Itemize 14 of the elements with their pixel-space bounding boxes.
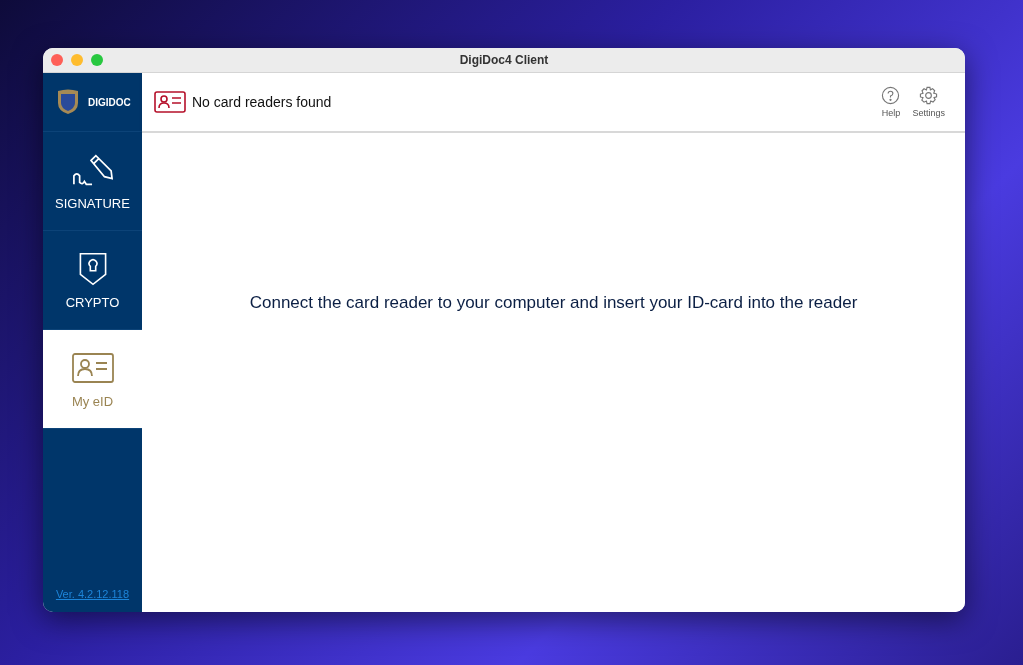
status-text: No card readers found xyxy=(192,94,332,110)
window-title: DigiDoc4 Client xyxy=(459,53,549,67)
close-button[interactable] xyxy=(51,54,63,66)
coat-of-arms-icon xyxy=(56,89,80,115)
id-card-icon xyxy=(154,91,186,113)
zoom-button[interactable] xyxy=(91,54,103,66)
help-icon xyxy=(881,86,901,105)
minimize-button[interactable] xyxy=(71,54,83,66)
instruction-text: Connect the card reader to your computer and insert your ID-card into the reader xyxy=(249,292,858,313)
sidebar-tab[interactable]: My eID xyxy=(43,330,142,429)
toolbar-button[interactable]: Help xyxy=(875,86,907,118)
toolbar-button[interactable]: Settings xyxy=(906,86,951,118)
settings-icon xyxy=(919,86,939,105)
logo-text: DIGIDOC xyxy=(88,96,131,108)
